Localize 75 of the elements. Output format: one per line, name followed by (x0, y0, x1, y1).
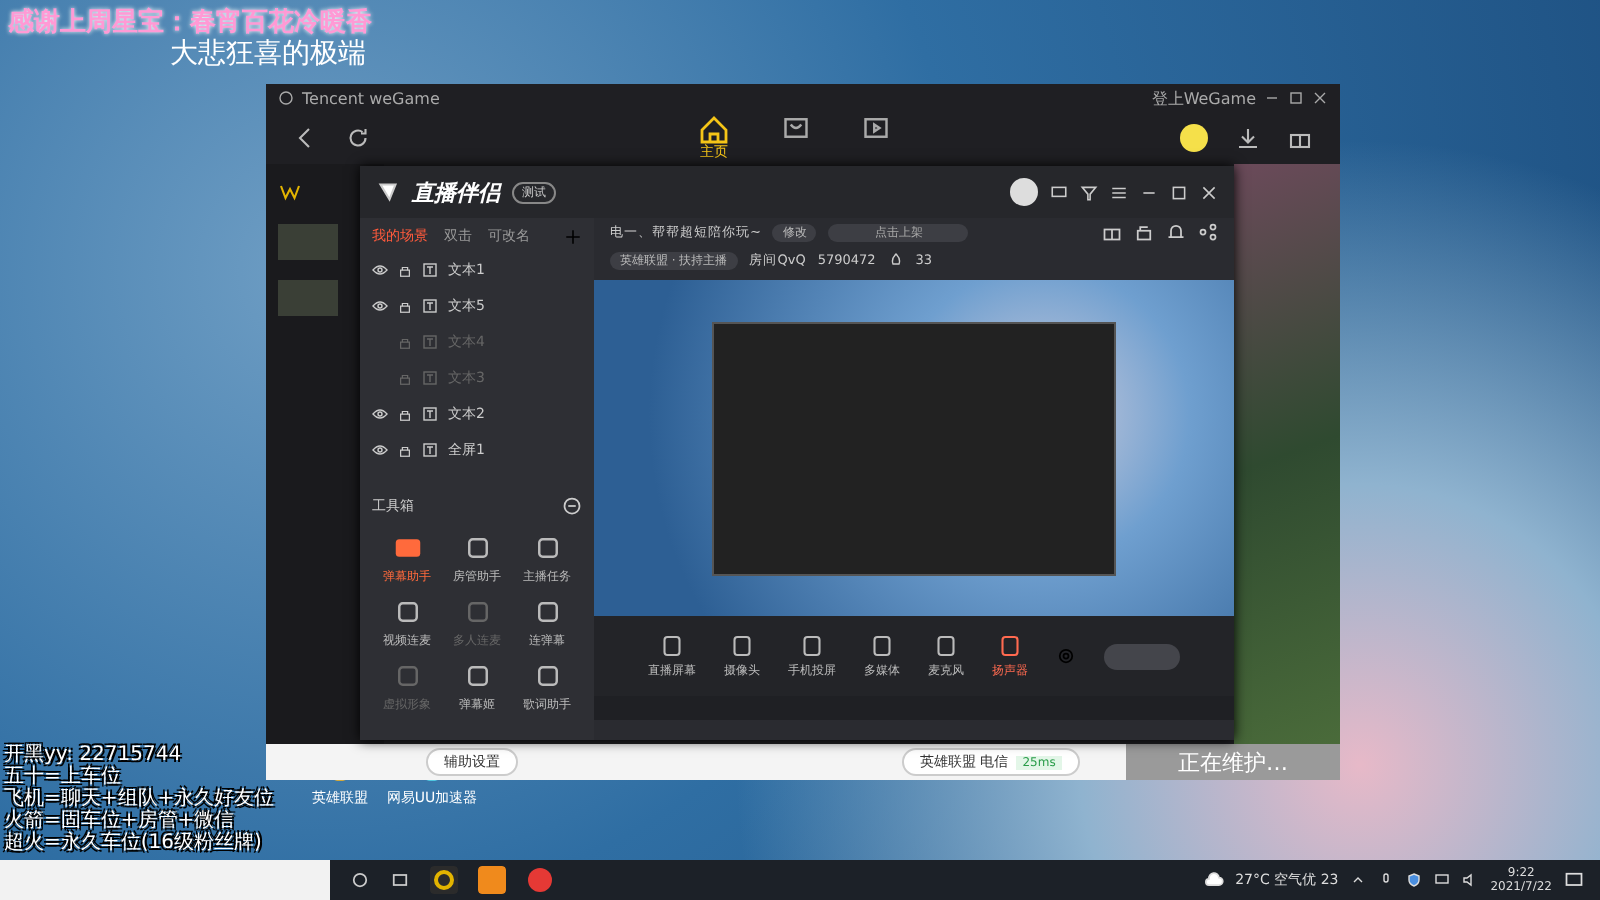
app-icon[interactable] (526, 866, 554, 894)
text-layer-icon (422, 262, 438, 278)
tool-icon (533, 598, 561, 626)
overlay-thanks: 感谢上周星宝：春宵百花冷暖香 (8, 5, 372, 38)
window-title: Tencent weGame (302, 89, 440, 107)
maximize-icon (1170, 183, 1188, 201)
filter-icon (1080, 183, 1098, 201)
lock-icon (1134, 222, 1154, 242)
tool-icon (463, 598, 491, 626)
tool-icon (393, 598, 421, 626)
lock-icon (398, 263, 412, 277)
overlay-note: 超火=永久车位(16级粉丝牌) (4, 832, 262, 854)
lock-icon (398, 407, 412, 421)
cloud-icon (1203, 870, 1224, 890)
text-layer-icon (422, 298, 438, 314)
tool-icon (533, 662, 561, 690)
text-layer-icon (422, 442, 438, 458)
danmaku-icon (393, 534, 421, 562)
source-icon (934, 633, 958, 657)
collapse-icon (562, 496, 582, 516)
microphone-icon (1378, 872, 1395, 888)
download-icon (1236, 126, 1260, 150)
settings-icon (1056, 646, 1076, 666)
chevron-icon (1350, 872, 1367, 888)
search-icon (350, 870, 370, 890)
lock-icon (398, 443, 412, 457)
source-icon (998, 633, 1022, 657)
source-icon (660, 633, 684, 657)
source-icon (730, 633, 754, 657)
bell-icon (1166, 222, 1186, 242)
task-view-icon (390, 870, 410, 890)
lock-icon (398, 371, 412, 385)
logo-icon (278, 180, 302, 204)
menu-icon (1110, 183, 1128, 201)
overlay-note: 飞机=聊天+组队+永久好友位 (4, 788, 275, 810)
share-icon (1198, 222, 1218, 242)
app-title: 直播伴侣 (412, 177, 500, 207)
close-icon (1312, 90, 1328, 106)
overlay-subtitle: 大悲狂喜的极端 (170, 36, 366, 72)
maintenance-banner: 正在维护… (1126, 744, 1340, 780)
video-icon (862, 114, 890, 142)
avatar[interactable] (1010, 178, 1038, 206)
lock-icon (398, 335, 412, 349)
tray-icon (782, 114, 810, 142)
close-icon (1200, 183, 1218, 201)
logo-icon (376, 180, 400, 204)
game-thumbnail[interactable] (278, 224, 338, 260)
overlay-note: 五十=上车位 (4, 766, 121, 788)
lock-icon (398, 299, 412, 313)
text-layer-icon (422, 334, 438, 350)
maximize-icon (1288, 90, 1304, 106)
tool-icon (393, 662, 421, 690)
tool-icon (533, 534, 561, 562)
login-link[interactable]: 登上WeGame (1151, 87, 1256, 109)
tool-icon (463, 662, 491, 690)
overlay-note: 开黑yy: 22715744 (4, 744, 182, 766)
eye-icon (372, 406, 388, 422)
app-icon[interactable] (430, 866, 458, 894)
home-icon (698, 114, 730, 146)
eye-icon (372, 262, 388, 278)
eye-icon (372, 298, 388, 314)
text-layer-icon (422, 370, 438, 386)
refresh-icon (346, 126, 370, 150)
flame-icon (887, 252, 904, 268)
source-icon (870, 633, 894, 657)
game-thumbnail[interactable] (278, 280, 338, 316)
add-icon (564, 227, 582, 245)
shield-icon (1406, 872, 1423, 888)
tool-icon (463, 534, 491, 562)
logo-icon (278, 90, 294, 106)
eye-icon (372, 442, 388, 458)
source-icon (800, 633, 824, 657)
text-layer-icon (422, 406, 438, 422)
overlay-note: 火箭=固车位+房管+微信 (4, 810, 235, 832)
avatar-icon[interactable] (1180, 124, 1208, 152)
